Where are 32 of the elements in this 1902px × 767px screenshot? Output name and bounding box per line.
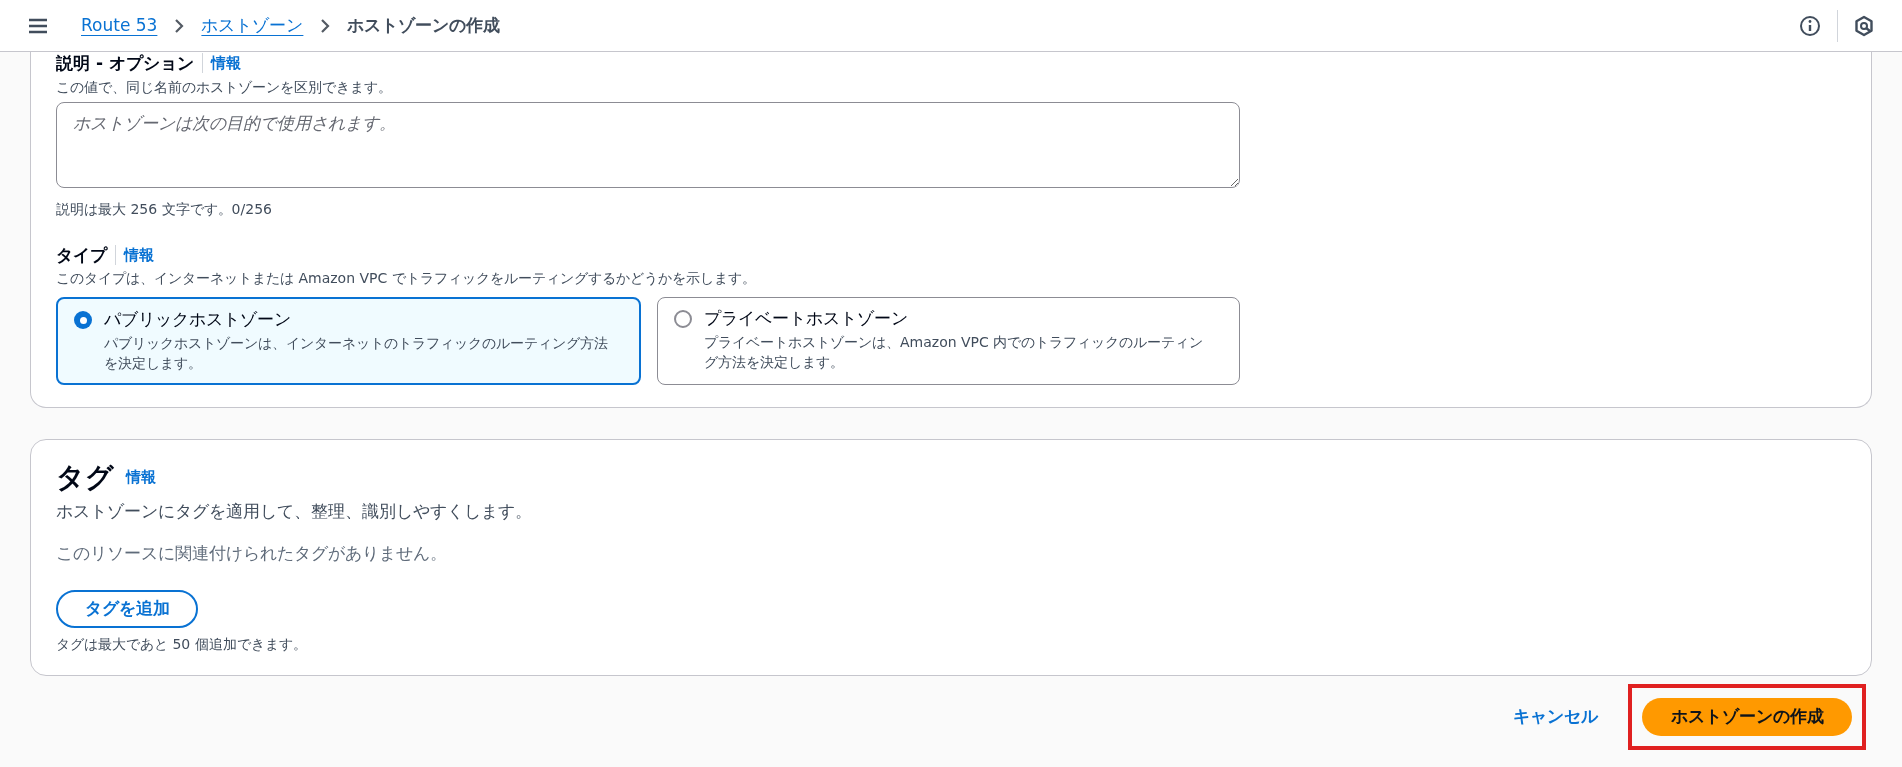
breadcrumb-link[interactable]: ホストゾーン [201, 12, 304, 39]
section-description: ホストゾーンにタグを適用して、整理、識別しやすくします。 [56, 500, 533, 523]
chevron-right-icon [319, 17, 332, 34]
hint-text: この値で、同じ名前のホストゾーンを区別できます。 [56, 77, 393, 97]
constraint-text: 説明は最大 256 文字です。0/256 [56, 199, 273, 219]
radio-card[interactable]: パブリックホストゾーン パブリックホストゾーンは、インターネットのトラフィックのルーティング方法を決定します。 [56, 297, 641, 385]
breadcrumb-current: ホストゾーンの作成 [347, 13, 501, 37]
info-link[interactable]: 情報 [210, 52, 241, 75]
breadcrumb-link[interactable]: Route 53 [81, 12, 158, 39]
hexagon-icon[interactable] [1854, 14, 1874, 37]
menu-icon[interactable] [28, 17, 48, 34]
option-description: パブリックホストゾーンは、インターネットのトラフィックのルーティング方法を決定します。 [104, 333, 609, 373]
chevron-right-icon [173, 17, 186, 34]
radio-button[interactable] [74, 311, 92, 329]
description-field[interactable]: ホストゾーンは次の目的で使用されます。 [56, 101, 1240, 188]
limit-text: タグは最大であと 50 個追加できます。 [56, 635, 308, 654]
info-link[interactable]: 情報 [126, 466, 156, 489]
radio-card[interactable]: プライベートホストゾーン プライベートホストゾーンは、Amazon VPC 内でのトラフィックのルーティング方法を決定します。 [657, 297, 1240, 385]
radio-button[interactable] [674, 310, 692, 328]
cancel-link[interactable]: キャンセル [1513, 704, 1598, 730]
option-description: プライベートホストゾーンは、Amazon VPC 内でのトラフィックのルーティング方法を決定します。 [704, 332, 1205, 372]
info-icon[interactable] [1799, 14, 1821, 37]
section-title: タグ [56, 460, 114, 495]
option-title: パブリックホストゾーン [104, 308, 292, 331]
hint-text: このタイプは、インターネットまたは Amazon VPC でトラフィックをルーティングするかどうかを示します。 [56, 269, 757, 288]
create-button[interactable]: ホストゾーンの作成 [1642, 698, 1852, 736]
field-label: 説明 - オプション [56, 53, 194, 74]
option-title: プライベートホストゾーン [704, 307, 909, 330]
empty-state-text: このリソースに関連付けられたタグがありません。 [56, 541, 448, 565]
add-tag-button[interactable]: タグを追加 [56, 590, 198, 628]
info-link[interactable]: 情報 [124, 243, 154, 266]
field-label: タイプ [56, 244, 107, 265]
